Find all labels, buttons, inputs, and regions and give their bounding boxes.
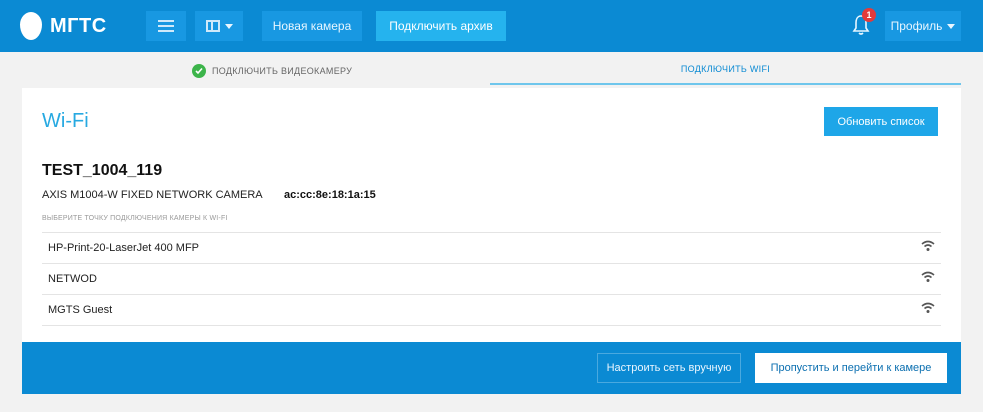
notification-badge: 1 <box>862 8 876 22</box>
configure-network-manually-button[interactable]: Настроить сеть вручную <box>597 353 741 383</box>
wizard-steps: ПОДКЛЮЧИТЬ ВИДЕОКАМЕРУ ПОДКЛЮЧИТЬ WIFI <box>22 56 961 86</box>
step-connect-wifi[interactable]: ПОДКЛЮЧИТЬ WIFI <box>490 64 961 74</box>
grid-layout-icon <box>205 20 220 32</box>
wifi-signal-icon <box>921 302 935 313</box>
check-icon <box>192 64 206 78</box>
connect-archive-button[interactable]: Подключить архив <box>376 11 506 41</box>
menu-button[interactable] <box>146 11 186 41</box>
step-connect-camera[interactable]: ПОДКЛЮЧИТЬ ВИДЕОКАМЕРУ <box>192 64 352 78</box>
chevron-down-icon <box>947 23 956 29</box>
refresh-list-button[interactable]: Обновить список <box>824 107 938 136</box>
camera-model: AXIS M1004-W FIXED NETWORK CAMERA <box>42 189 263 201</box>
top-navbar: МГТС Новая камера Подключить архив 1 Про… <box>0 0 983 52</box>
network-list-item[interactable]: HP-Print-20-LaserJet 400 MFP <box>42 232 941 263</box>
active-step-indicator <box>490 83 961 85</box>
logo-egg-icon <box>20 12 42 40</box>
wifi-signal-icon <box>921 240 935 251</box>
step-connect-camera-label: ПОДКЛЮЧИТЬ ВИДЕОКАМЕРУ <box>212 66 353 76</box>
camera-name: TEST_1004_119 <box>42 162 163 179</box>
wifi-panel: Wi-Fi Обновить список TEST_1004_119 AXIS… <box>22 88 961 344</box>
network-list-item[interactable]: MGTS Guest <box>42 294 941 326</box>
mgts-logo[interactable]: МГТС <box>20 10 107 42</box>
page-title: Wi-Fi <box>42 110 89 132</box>
skip-to-camera-button[interactable]: Пропустить и перейти к камере <box>755 353 947 383</box>
camera-mac-address: ac:cc:8e:18:1a:15 <box>284 189 376 201</box>
logo-text: МГТС <box>50 14 107 37</box>
layout-dropdown-button[interactable] <box>195 11 243 41</box>
chevron-down-icon <box>224 23 233 29</box>
new-camera-button[interactable]: Новая камера <box>262 11 362 41</box>
network-list-item[interactable]: NETWOD <box>42 263 941 294</box>
wifi-signal-icon <box>921 271 935 282</box>
hamburger-icon <box>158 20 174 32</box>
profile-dropdown-button[interactable]: Профиль <box>885 11 961 41</box>
wizard-footer: Настроить сеть вручную Пропустить и пере… <box>22 342 961 394</box>
network-name: NETWOD <box>48 273 97 285</box>
profile-label: Профиль <box>890 19 943 33</box>
network-name: HP-Print-20-LaserJet 400 MFP <box>48 242 199 254</box>
choose-network-label: ВЫБЕРИТЕ ТОЧКУ ПОДКЛЮЧЕНИЯ КАМЕРЫ К WI-F… <box>42 215 228 222</box>
network-name: MGTS Guest <box>48 304 113 316</box>
